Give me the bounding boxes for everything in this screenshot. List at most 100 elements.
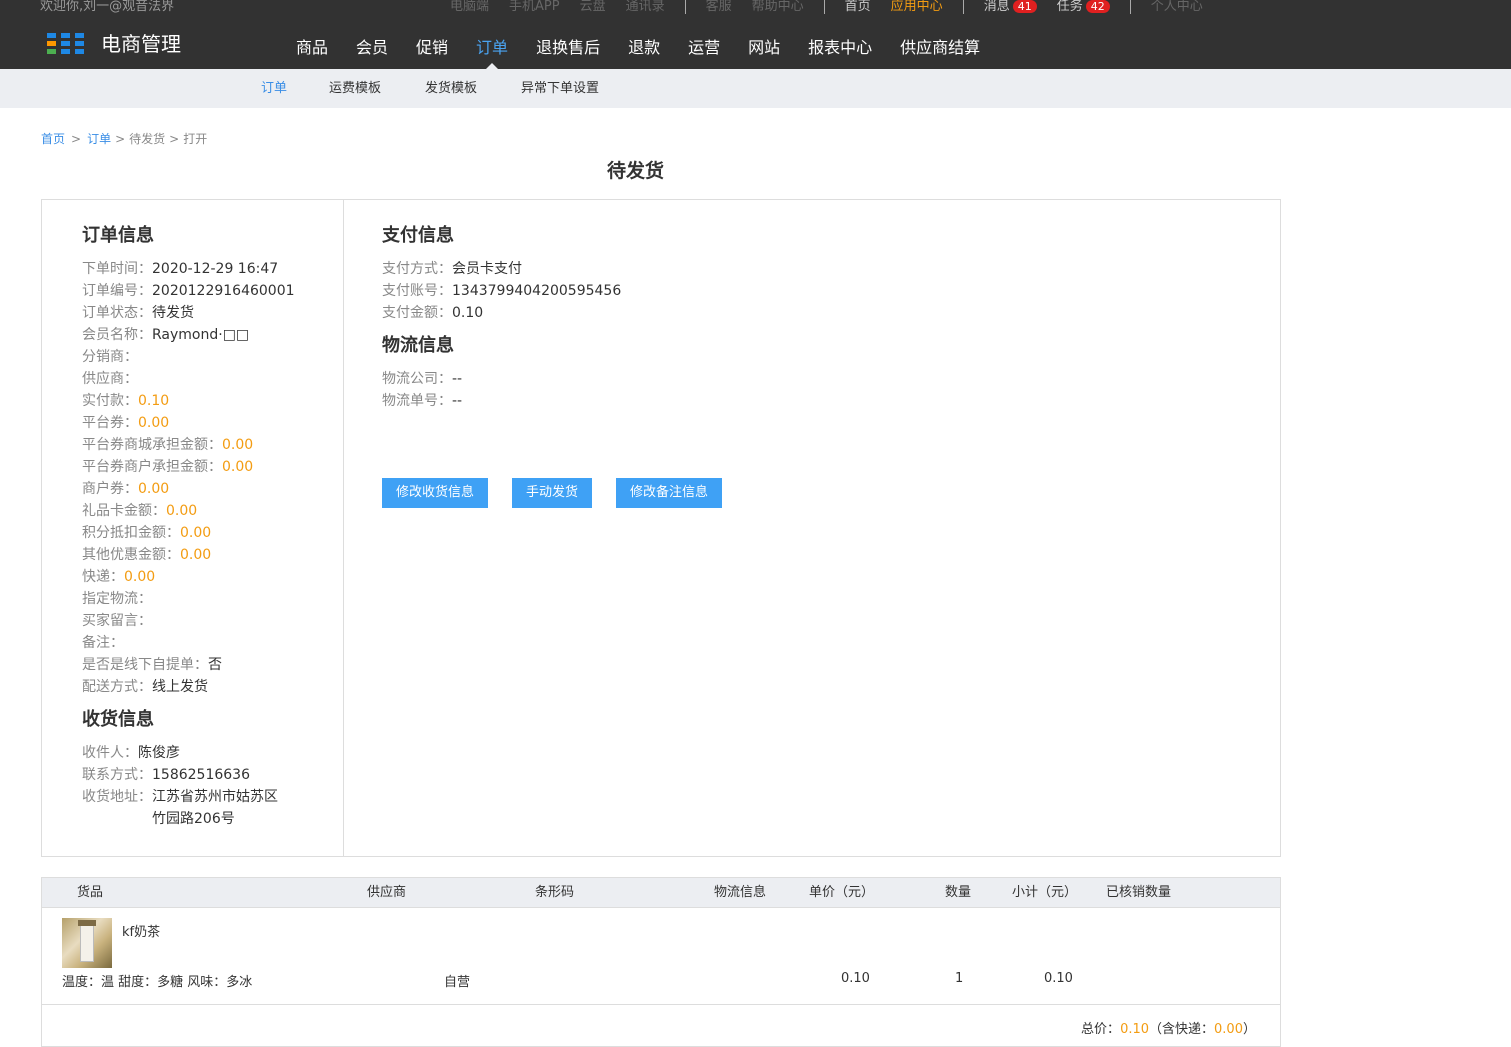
top-link[interactable]: 手机APP bbox=[509, 0, 560, 14]
field-value: 0.10 bbox=[452, 305, 484, 321]
receive-info-row: 联系方式： 15862516636 bbox=[82, 764, 295, 786]
main-nav-item[interactable]: 网站 bbox=[734, 29, 794, 69]
field-value-wrap: 待发货 bbox=[152, 302, 194, 324]
main-nav-item[interactable]: 报表中心 bbox=[794, 29, 886, 69]
field-label: 平台券： bbox=[82, 415, 138, 431]
product-price: 0.10 bbox=[841, 971, 870, 986]
left-column: 订单信息 下单时间： 2020-12-29 16:47 订单编号： 202012291… bbox=[82, 224, 295, 830]
top-link[interactable]: 客服 bbox=[706, 0, 732, 14]
field-value-wrap: 0.00 bbox=[124, 566, 155, 588]
field-label: 物流公司： bbox=[382, 371, 452, 387]
top-link-label: 客服 bbox=[705, 0, 732, 14]
main-nav: 商品 会员 促销 订单 退换售后 退款 运营 网站 报表中心 供应商结算 bbox=[282, 29, 994, 70]
field-value: 0.00 bbox=[166, 503, 198, 519]
field-value: 线上发货 bbox=[152, 679, 208, 695]
field-label: 收货地址： bbox=[82, 789, 152, 805]
order-info-title: 订单信息 bbox=[82, 225, 154, 246]
notification-badge: 41 bbox=[1012, 0, 1037, 13]
order-info-row: 平台券商户承担金额： 0.00 bbox=[82, 456, 295, 478]
page-title: 待发货 bbox=[606, 160, 664, 182]
col-logistics: 物流信息 bbox=[714, 885, 767, 900]
sub-nav-item[interactable]: 异常下单设置 bbox=[521, 69, 599, 108]
top-link[interactable]: 云盘 bbox=[580, 0, 606, 14]
breadcrumb-separator: > bbox=[71, 132, 82, 146]
sub-nav-item[interactable]: 订单 bbox=[261, 69, 287, 108]
product-supplier: 自营 bbox=[444, 975, 471, 990]
col-verified: 已核销数量 bbox=[1106, 885, 1172, 900]
breadcrumb-pending: 待发货 bbox=[129, 132, 166, 146]
main-nav-item[interactable]: 商品 bbox=[282, 29, 342, 69]
breadcrumb-home[interactable]: 首页 bbox=[41, 132, 65, 146]
logo-grid-cell bbox=[75, 49, 84, 54]
top-link[interactable]: 电脑端 bbox=[450, 0, 489, 14]
sub-nav-item[interactable]: 发货模板 bbox=[425, 69, 477, 108]
pay-info-title: 支付信息 bbox=[382, 225, 454, 246]
top-link[interactable]: 个人中心 bbox=[1151, 0, 1203, 14]
main-nav-item[interactable]: 订单 bbox=[462, 29, 522, 70]
edit-remark-button[interactable]: 修改备注信息 bbox=[616, 478, 723, 508]
field-value: -- bbox=[452, 393, 463, 409]
total-label: 总价： bbox=[1081, 1022, 1121, 1037]
field-value-line2: 竹园路206号 bbox=[152, 811, 235, 827]
main-nav-item[interactable]: 促销 bbox=[402, 29, 462, 69]
field-label: 买家留言： bbox=[82, 613, 152, 629]
receive-info-list: 收件人： 陈俊彦 联系方式： 15862516636 收货地址： 江苏省苏州市姑苏区 竹园路… bbox=[82, 742, 295, 830]
top-links: 电脑端 手机APP 云盘 通讯录 客服 帮助中心 首页 应用中心 消息 41 任务 42 个人中心 bbox=[450, 0, 1223, 14]
edit-address-button[interactable]: 修改收货信息 bbox=[382, 478, 489, 508]
field-label: 联系方式： bbox=[82, 767, 152, 783]
field-value: 陈俊彦 bbox=[138, 745, 180, 761]
field-value-wrap: 0.00 bbox=[180, 522, 211, 544]
field-value: 0.10 bbox=[138, 393, 170, 409]
logo-grid-cell bbox=[47, 49, 56, 54]
order-info-row: 供应商： bbox=[82, 368, 295, 390]
field-label: 下单时间： bbox=[82, 261, 152, 277]
logo-grid-cell bbox=[47, 33, 56, 38]
field-label: 支付账号： bbox=[382, 283, 452, 299]
row-divider bbox=[42, 1004, 1280, 1005]
field-label: 指定物流： bbox=[82, 591, 152, 607]
sub-nav-item[interactable]: 运费模板 bbox=[329, 69, 381, 108]
top-link[interactable]: 应用中心 bbox=[891, 0, 943, 14]
milk-tea-cup-image bbox=[80, 922, 94, 962]
top-link[interactable]: 通讯录 bbox=[626, 0, 665, 14]
top-link-separator bbox=[684, 0, 686, 14]
field-value: 待发货 bbox=[152, 305, 194, 321]
breadcrumb-current: 打开 bbox=[183, 132, 208, 146]
pay-info-list: 支付方式： 会员卡支付 支付账号： 1343799404200595456 支付金额： 0… bbox=[382, 258, 621, 324]
field-value-wrap: 0.00 bbox=[180, 544, 211, 566]
main-nav-item[interactable]: 会员 bbox=[342, 29, 402, 69]
field-value-wrap: -- bbox=[452, 368, 462, 390]
top-link[interactable]: 帮助中心 bbox=[752, 0, 804, 14]
order-info-row: 平台券： 0.00 bbox=[82, 412, 295, 434]
main-nav-item[interactable]: 运营 bbox=[674, 29, 734, 69]
top-link[interactable]: 消息 41 bbox=[984, 0, 1037, 14]
order-info-row: 下单时间： 2020-12-29 16:47 bbox=[82, 258, 295, 280]
field-value-wrap: 0.00 bbox=[138, 412, 169, 434]
field-label: 支付金额： bbox=[382, 305, 452, 321]
field-value: 0.00 bbox=[180, 525, 212, 541]
receive-info-row: 收件人： 陈俊彦 bbox=[82, 742, 295, 764]
top-link[interactable]: 首页 bbox=[845, 0, 871, 14]
product-name[interactable]: kf奶茶 bbox=[122, 921, 160, 940]
field-label: 商户券： bbox=[82, 481, 138, 497]
field-value-wrap: 15862516636 bbox=[152, 764, 250, 786]
notification-badge: 42 bbox=[1085, 0, 1110, 13]
field-value-wrap: 0.10 bbox=[138, 390, 169, 412]
app-logo[interactable]: 电商管理 bbox=[47, 32, 181, 56]
field-label: 物流单号： bbox=[382, 393, 452, 409]
main-nav-item[interactable]: 供应商结算 bbox=[886, 29, 994, 69]
total-value: 0.10 bbox=[1120, 1022, 1150, 1037]
field-value-wrap: 陈俊彦 bbox=[138, 742, 180, 764]
field-label: 支付方式： bbox=[382, 261, 452, 277]
product-subtotal: 0.10 bbox=[1044, 971, 1073, 986]
main-nav-item[interactable]: 退换售后 bbox=[522, 29, 614, 69]
top-link-label: 手机APP bbox=[509, 0, 560, 14]
main-nav-item[interactable]: 退款 bbox=[614, 29, 674, 69]
logo-grid-cell bbox=[61, 41, 70, 46]
top-link[interactable]: 任务 42 bbox=[1057, 0, 1110, 14]
manual-ship-button[interactable]: 手动发货 bbox=[512, 478, 593, 508]
order-info-list: 下单时间： 2020-12-29 16:47 订单编号： 20201229164600… bbox=[82, 258, 295, 698]
breadcrumb-order[interactable]: 订单 bbox=[87, 132, 111, 146]
product-thumbnail[interactable] bbox=[62, 918, 112, 968]
order-info-row: 买家留言： bbox=[82, 610, 295, 632]
